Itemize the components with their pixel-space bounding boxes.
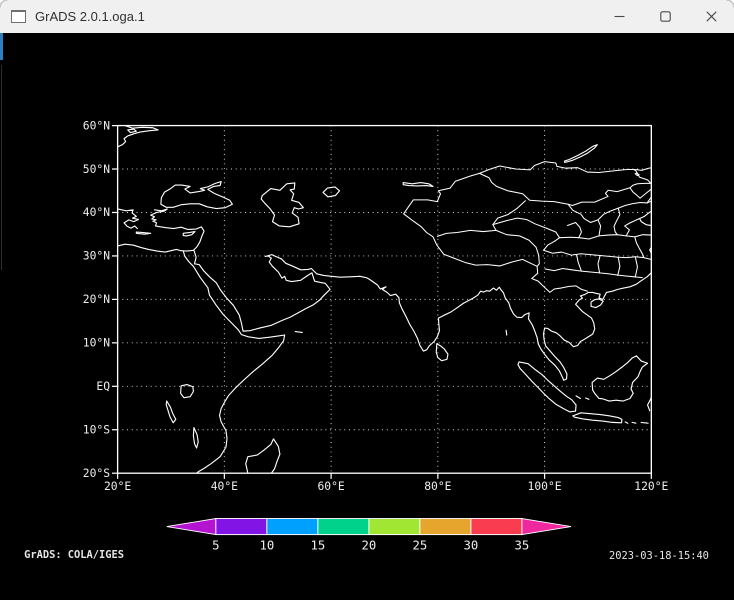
- coastline: [573, 413, 622, 423]
- country-border: [640, 189, 651, 198]
- colorbar-level-label: 5: [212, 539, 219, 553]
- y-axis-label: EQ: [96, 379, 110, 393]
- status-timestamp: 2023-03-18-15:40: [609, 550, 709, 562]
- country-border: [598, 220, 601, 236]
- coastline: [591, 299, 603, 308]
- colorbar-segment: [216, 519, 267, 535]
- colorbar-segment: [420, 519, 471, 535]
- coastline: [161, 182, 233, 209]
- colorbar-segment: [318, 519, 369, 535]
- country-border: [437, 201, 525, 237]
- coastline: [518, 362, 576, 412]
- country-border: [480, 162, 651, 206]
- coastline: [183, 251, 284, 473]
- country-border: [545, 268, 642, 277]
- window-controls: [596, 0, 734, 33]
- coastline: [118, 209, 139, 229]
- x-axis-label: 100°E: [528, 479, 562, 493]
- country-border: [635, 257, 637, 277]
- country-border: [635, 237, 644, 258]
- y-axis-label: 30°N: [83, 249, 110, 263]
- coastline: [136, 232, 150, 234]
- coastline: [118, 126, 159, 147]
- coastline: [194, 250, 651, 380]
- colorbar-arrow-below: [167, 519, 216, 535]
- coastline: [295, 332, 302, 333]
- minimize-button[interactable]: [596, 0, 642, 33]
- colorbar-level-label: 35: [515, 539, 530, 553]
- window-title: GrADS 2.0.1.oga.1: [35, 9, 145, 24]
- colorbar-level-label: 10: [259, 539, 274, 553]
- lat-lon-gridlines: [118, 126, 652, 474]
- country-border: [560, 235, 651, 239]
- colorbar-segment: [471, 519, 522, 535]
- left-edge-line: [1, 65, 2, 270]
- minimize-icon: [614, 11, 625, 22]
- country-border: [614, 208, 620, 235]
- y-axis-label: 10°S: [83, 423, 110, 437]
- coastline: [564, 145, 597, 163]
- y-axis-label: 10°N: [83, 336, 110, 350]
- maximize-button[interactable]: [642, 0, 688, 33]
- left-edge-artifact: [0, 33, 3, 60]
- country-border: [544, 250, 651, 259]
- coastline: [181, 385, 194, 398]
- status-credit: GrADS: COLA/IGES: [24, 549, 124, 561]
- coastline: [586, 398, 589, 399]
- coastline: [193, 428, 198, 448]
- x-axis-label: 20°E: [104, 479, 131, 493]
- close-icon: [706, 11, 717, 22]
- coastline: [261, 183, 303, 227]
- coastline: [506, 330, 507, 335]
- map-plot: 20°E 40°E 60°E 80°E 100°E 120°E 60°N 50°N 40°N 30…: [0, 33, 734, 596]
- coastline: [166, 401, 176, 423]
- grads-window: GrADS 2.0.1.oga.1: [0, 0, 734, 600]
- coastline: [640, 211, 652, 225]
- axis-ticks-and-labels: 20°E 40°E 60°E 80°E 100°E 120°E 60°N 50°N 40°N 30…: [83, 118, 669, 493]
- colorbar-level-label: 20: [361, 539, 376, 553]
- maximize-icon: [660, 11, 671, 22]
- app-window-icon: [11, 10, 26, 23]
- country-border: [625, 219, 640, 236]
- colorbar-arrow-above: [522, 519, 571, 535]
- coastline: [403, 183, 433, 187]
- x-axis-label: 40°E: [211, 479, 238, 493]
- country-border: [568, 222, 582, 237]
- coastline: [592, 356, 647, 401]
- country-border: [493, 218, 560, 250]
- y-axis-label: 20°S: [83, 466, 110, 480]
- colorbar-segment: [267, 519, 318, 535]
- coastline: [128, 129, 137, 132]
- coastline: [641, 422, 648, 423]
- coastline: [576, 396, 580, 399]
- colorbar-level-label: 25: [413, 539, 428, 553]
- grads-canvas: 20°E 40°E 60°E 80°E 100°E 120°E 60°N 50°N 40°N 30…: [0, 33, 734, 596]
- country-border: [630, 188, 640, 198]
- country-border: [577, 255, 582, 272]
- coastline: [118, 209, 204, 252]
- y-axis-label: 50°N: [83, 162, 110, 176]
- country-border: [598, 255, 600, 272]
- country-border: [404, 173, 588, 292]
- country-border: [618, 257, 620, 275]
- close-button[interactable]: [688, 0, 734, 33]
- x-axis-label: 80°E: [424, 479, 451, 493]
- coastline: [632, 422, 636, 423]
- color-bar: 5 10 15 20 25 30 35: [167, 519, 571, 553]
- coastline: [183, 232, 195, 236]
- x-axis-label: 60°E: [317, 479, 344, 493]
- colorbar-level-label: 15: [310, 539, 325, 553]
- titlebar[interactable]: GrADS 2.0.1.oga.1: [0, 0, 734, 33]
- coastline: [436, 344, 448, 361]
- y-axis-label: 60°N: [83, 118, 110, 132]
- y-axis-label: 20°N: [83, 292, 110, 306]
- y-axis-label: 40°N: [83, 205, 110, 219]
- coastline: [246, 439, 280, 473]
- colorbar-level-label: 30: [464, 539, 479, 553]
- coastline: [625, 422, 628, 423]
- colorbar-segment: [369, 519, 420, 535]
- x-axis-label: 120°E: [634, 479, 668, 493]
